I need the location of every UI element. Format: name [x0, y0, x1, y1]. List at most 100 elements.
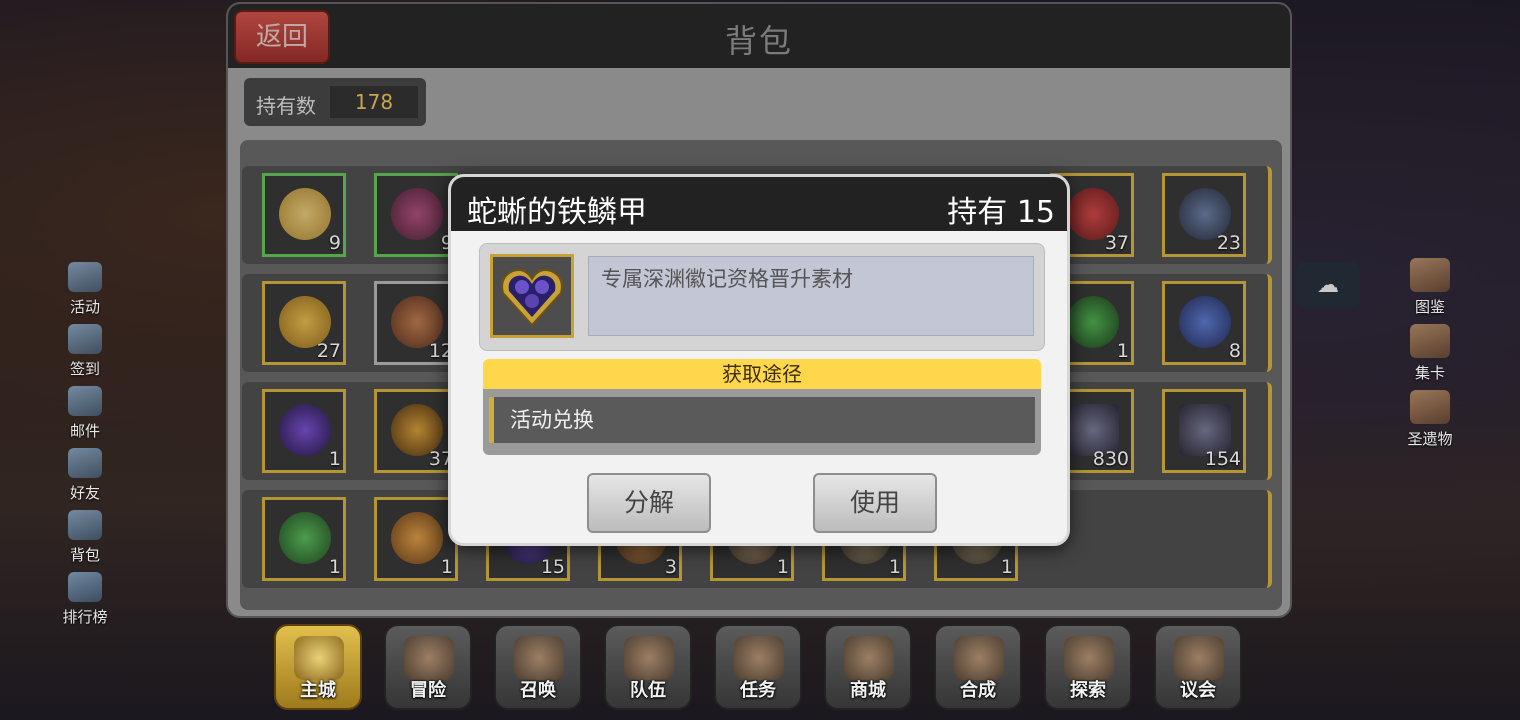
inventory-slot[interactable]: 154 — [1162, 389, 1246, 473]
purple-orb-icon — [279, 404, 331, 456]
source-header: 获取途径 — [483, 359, 1041, 389]
side-item-label: 圣遗物 — [1407, 430, 1453, 448]
use-button[interactable]: 使用 — [813, 473, 937, 533]
nav-label: 探索 — [1070, 680, 1106, 701]
slot-quantity: 1 — [1000, 556, 1013, 578]
friend-icon — [68, 448, 102, 478]
count-label: 持有数 — [256, 94, 316, 118]
nav-shop[interactable]: 商城 — [824, 624, 912, 710]
slot-quantity: 8 — [1228, 340, 1241, 362]
side-item-friends[interactable]: 好友 — [52, 448, 118, 510]
nav-label: 召唤 — [520, 680, 556, 701]
slot-quantity: 1 — [776, 556, 789, 578]
dialog-header: 蛇蜥的铁鳞甲 持有 15 — [451, 177, 1067, 231]
panel-header: 返回 背包 — [228, 4, 1290, 68]
item-info-box: 专属深渊徽记资格晋升素材 — [479, 243, 1045, 351]
slot-quantity: 23 — [1216, 232, 1241, 254]
nav-explore[interactable]: 探索 — [1044, 624, 1132, 710]
side-item-codex[interactable]: 图鉴 — [1390, 258, 1470, 324]
slot-quantity: 37 — [1104, 232, 1129, 254]
nav-synthesis[interactable]: 合成 — [934, 624, 1022, 710]
nav-summon[interactable]: 召唤 — [494, 624, 582, 710]
nav-label: 合成 — [960, 680, 996, 701]
side-item-label: 集卡 — [1414, 364, 1445, 382]
nav-main-city[interactable]: 主城 — [274, 624, 362, 710]
council-icon — [1174, 636, 1224, 680]
inventory-slot[interactable]: 8 — [1162, 281, 1246, 365]
side-item-cards[interactable]: 集卡 — [1390, 324, 1470, 390]
bag-icon — [68, 510, 102, 540]
slot-quantity: 154 — [1204, 448, 1241, 470]
side-item-label: 图鉴 — [1414, 298, 1445, 316]
nav-label: 任务 — [740, 680, 776, 701]
ranking-icon — [68, 572, 102, 602]
inventory-slot[interactable]: 27 — [262, 281, 346, 365]
mail-icon — [68, 386, 102, 416]
inventory-slot[interactable]: 9 — [374, 173, 458, 257]
slot-quantity: 15 — [540, 556, 565, 578]
summon-card-icon — [514, 636, 564, 680]
item-icon-frame — [490, 254, 574, 338]
wings-emblem-icon — [624, 636, 674, 680]
card-icon — [1410, 324, 1450, 358]
count-value: 178 — [330, 86, 418, 118]
slot-quantity: 1 — [328, 556, 341, 578]
nav-label: 主城 — [300, 680, 336, 701]
side-item-label: 邮件 — [69, 422, 100, 440]
side-item-mail[interactable]: 邮件 — [52, 386, 118, 448]
green-orb-icon — [1067, 296, 1119, 348]
inventory-slot[interactable]: 1 — [262, 389, 346, 473]
item-name: 蛇蜥的铁鳞甲 — [467, 195, 647, 230]
side-item-bag[interactable]: 背包 — [52, 510, 118, 572]
item-detail-dialog: 蛇蜥的铁鳞甲 持有 15 专属深渊徽记资格晋升素材 获取途径 活动兑换 分解 使… — [448, 174, 1070, 546]
inventory-slot[interactable]: 23 — [1162, 173, 1246, 257]
panel-title: 背包 — [724, 22, 793, 60]
decompose-button[interactable]: 分解 — [587, 473, 711, 533]
slot-quantity: 830 — [1092, 448, 1129, 470]
slot-quantity: 1 — [888, 556, 901, 578]
axe-icon — [404, 636, 454, 680]
nav-council[interactable]: 议会 — [1154, 624, 1242, 710]
side-item-activity[interactable]: 活动 — [52, 262, 118, 324]
leaf-icon — [279, 512, 331, 564]
book-icon — [1410, 258, 1450, 292]
inventory-slot[interactable]: 12 — [374, 281, 458, 365]
owned-count: 持有 15 — [947, 195, 1055, 230]
nav-adventure[interactable]: 冒险 — [384, 624, 472, 710]
crown-icon — [294, 636, 344, 680]
shop-icon — [844, 636, 894, 680]
bottom-navigation: 主城 冒险 召唤 队伍 任务 商城 合成 探索 议会 — [274, 624, 1254, 720]
source-item[interactable]: 活动兑换 — [489, 397, 1035, 443]
flower-icon — [391, 188, 443, 240]
side-item-checkin[interactable]: 签到 — [52, 324, 118, 386]
item-count-box: 持有数 178 — [244, 78, 426, 126]
relic-icon — [1410, 390, 1450, 424]
slot-quantity: 1 — [328, 448, 341, 470]
nav-label: 商城 — [850, 680, 886, 701]
slot-quantity: 1 — [440, 556, 453, 578]
inventory-slot[interactable]: 1 — [374, 497, 458, 581]
side-item-relic[interactable]: 圣遗物 — [1390, 390, 1470, 456]
shovel-icon — [1064, 636, 1114, 680]
left-side-menu: 活动 签到 邮件 好友 背包 排行榜 — [52, 262, 118, 634]
right-side-menu: 图鉴 集卡 圣遗物 — [1390, 258, 1470, 456]
chat-bubble-button[interactable]: ☁ — [1296, 262, 1360, 308]
item-description: 专属深渊徽记资格晋升素材 — [588, 256, 1034, 336]
quest-book-icon — [734, 636, 784, 680]
slot-quantity: 27 — [316, 340, 341, 362]
checkin-icon — [68, 324, 102, 354]
source-list: 活动兑换 — [483, 389, 1041, 455]
inventory-slot[interactable]: 9 — [262, 173, 346, 257]
heart-armor-icon — [501, 269, 563, 327]
side-item-label: 好友 — [69, 484, 100, 502]
nav-quests[interactable]: 任务 — [714, 624, 802, 710]
slot-quantity: 9 — [328, 232, 341, 254]
side-item-label: 排行榜 — [62, 608, 108, 626]
inventory-slot[interactable]: 1 — [262, 497, 346, 581]
inventory-slot[interactable]: 37 — [374, 389, 458, 473]
nav-label: 队伍 — [630, 680, 666, 701]
nav-team[interactable]: 队伍 — [604, 624, 692, 710]
blue-orb-icon — [1179, 296, 1231, 348]
nav-label: 冒险 — [410, 680, 446, 701]
side-item-ranking[interactable]: 排行榜 — [52, 572, 118, 634]
